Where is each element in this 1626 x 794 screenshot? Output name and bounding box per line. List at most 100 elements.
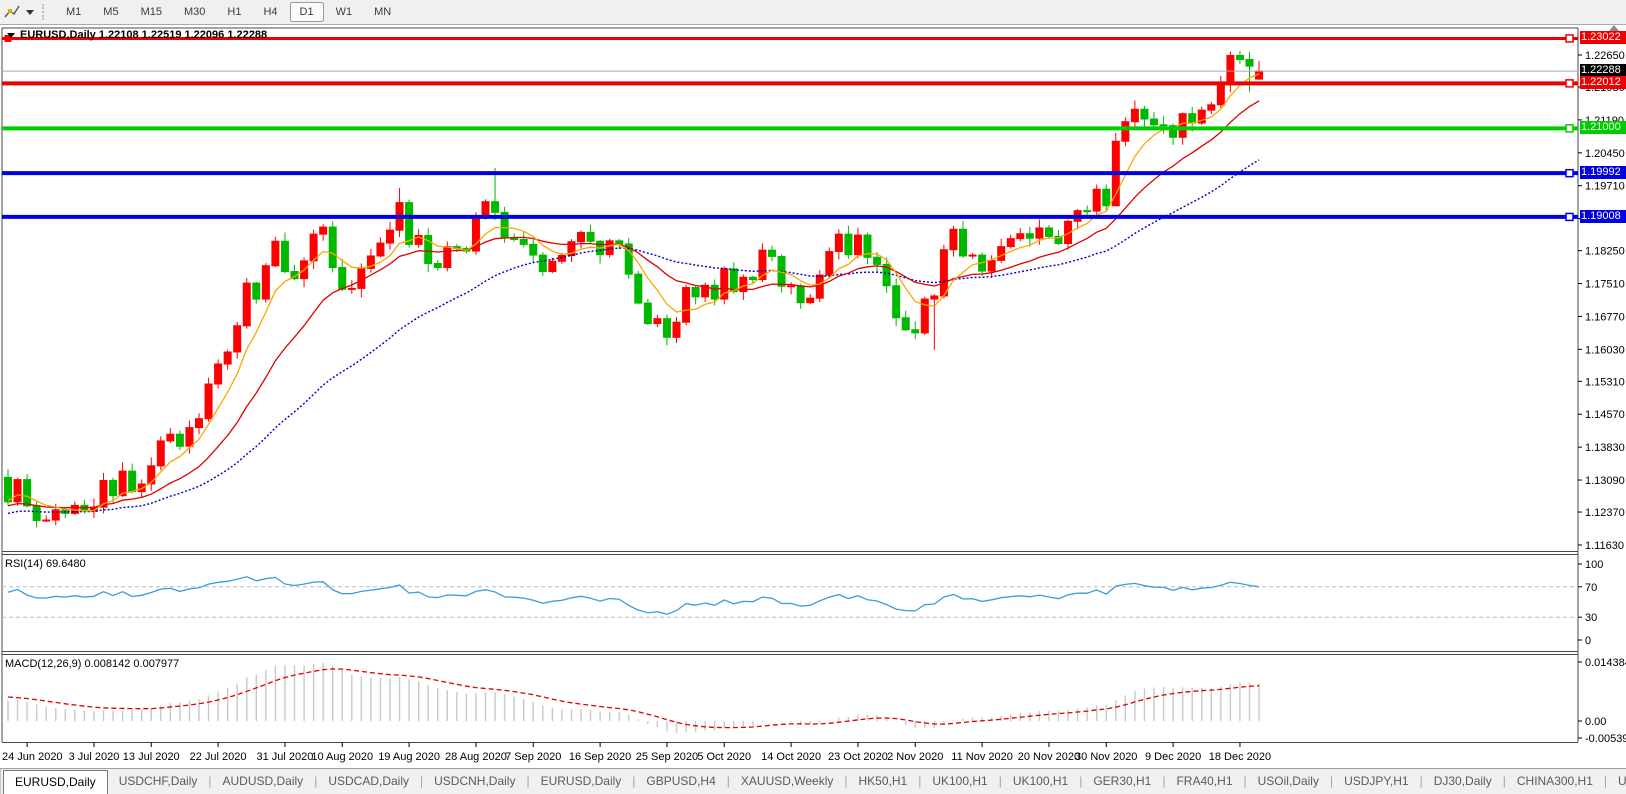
- price-tick-label: 1.16770: [1585, 311, 1625, 323]
- timeframe-button-M1[interactable]: M1: [56, 2, 91, 22]
- candle-body: [387, 230, 394, 243]
- candle-body: [310, 234, 317, 261]
- candle-body: [683, 288, 690, 323]
- candle-body: [482, 202, 489, 216]
- chart-tab-US[interactable]: US: [1607, 769, 1626, 794]
- price-tick-label: 1.21190: [1585, 115, 1624, 127]
- chart-tab-FRA40-H1[interactable]: FRA40,H1: [1165, 769, 1243, 794]
- candle-body: [539, 255, 546, 271]
- candle-body: [1217, 84, 1224, 104]
- timeframe-button-MN[interactable]: MN: [364, 2, 401, 22]
- date-tick-label: 9 Dec 2020: [1145, 751, 1201, 763]
- level-line-anchor: [1566, 213, 1573, 220]
- candle-body: [644, 303, 651, 323]
- level-line-left-anchor: [5, 35, 11, 41]
- timeframe-button-M30[interactable]: M30: [174, 2, 215, 22]
- chart-tab-USDCAD-Daily[interactable]: USDCAD,Daily: [317, 769, 420, 794]
- chart-canvas[interactable]: 1.226501.219301.211901.204501.197101.189…: [0, 25, 1626, 768]
- chart-tab-AUDUSD-Daily[interactable]: AUDUSD,Daily: [212, 769, 315, 794]
- timeframe-button-H1[interactable]: H1: [217, 2, 251, 22]
- date-tick-label: 28 Aug 2020: [445, 751, 507, 763]
- drawing-tool-button[interactable]: [0, 0, 38, 24]
- candle-body: [33, 506, 40, 521]
- rsi-axis: 10070300: [1578, 559, 1603, 647]
- toolbar-grip[interactable]: [42, 4, 47, 20]
- chart-tab-USDJPY-H1[interactable]: USDJPY,H1: [1333, 769, 1419, 794]
- date-tick-label: 25 Sep 2020: [636, 751, 698, 763]
- candle-body: [988, 260, 995, 271]
- candle-body: [1227, 55, 1234, 84]
- timeframe-button-W1[interactable]: W1: [326, 2, 363, 22]
- macd-signal-line: [8, 669, 1259, 728]
- rsi-line: [8, 577, 1259, 614]
- timeframe-button-M15[interactable]: M15: [131, 2, 172, 22]
- candle-body: [110, 480, 117, 495]
- candle-body: [587, 232, 594, 241]
- candle-body: [931, 296, 938, 299]
- candle-body: [262, 266, 269, 299]
- level-line-anchor: [1566, 170, 1573, 177]
- level-lines: [2, 35, 1578, 220]
- chart-tab-EURUSD-Daily[interactable]: EURUSD,Daily: [530, 769, 633, 794]
- candle-body: [320, 227, 327, 234]
- chart-tab-EURUSD-Daily[interactable]: EURUSD,Daily: [3, 770, 108, 794]
- candle-body: [1160, 125, 1167, 126]
- timeframe-button-H4[interactable]: H4: [253, 2, 287, 22]
- candle-body: [24, 480, 31, 506]
- chart-tab-DJ30-Daily[interactable]: DJ30,Daily: [1423, 769, 1503, 794]
- macd-axis: 0.0143840.00-0.005396: [1578, 657, 1626, 745]
- candle-body: [492, 202, 499, 213]
- candle-body: [1036, 228, 1043, 238]
- macd-histogram: [8, 663, 1259, 733]
- rsi-tick-label: 100: [1585, 559, 1603, 571]
- candle-body: [157, 441, 164, 466]
- candle-body: [1007, 239, 1014, 247]
- candle-body: [902, 318, 909, 330]
- candle-body: [530, 244, 537, 255]
- candle-body: [788, 286, 795, 287]
- chart-tab-UK100-H1[interactable]: UK100,H1: [921, 769, 998, 794]
- chart-tab-USOil-Daily[interactable]: USOil,Daily: [1247, 769, 1330, 794]
- chart-window[interactable]: 1.226501.219301.211901.204501.197101.189…: [0, 25, 1626, 768]
- candle-body: [14, 480, 21, 502]
- candle-body: [1151, 119, 1158, 125]
- chart-tab-HK50-H1[interactable]: HK50,H1: [847, 769, 918, 794]
- ma-fast-line: [8, 74, 1259, 511]
- date-tick-label: 3 Jul 2020: [69, 751, 120, 763]
- date-tick-label: 13 Jul 2020: [123, 751, 180, 763]
- candle-body: [692, 288, 699, 297]
- timeframe-button-M5[interactable]: M5: [93, 2, 128, 22]
- chevron-down-icon: [26, 10, 34, 15]
- chart-tab-CHINA300-H1[interactable]: CHINA300,H1: [1506, 769, 1604, 794]
- price-tick-label: 1.21930: [1585, 82, 1625, 94]
- candle-body: [654, 319, 661, 324]
- chart-tab-USDCNH-Daily[interactable]: USDCNH,Daily: [423, 769, 526, 794]
- candle-body: [711, 285, 718, 299]
- tabbar-grip: [0, 769, 1, 794]
- candle-body: [663, 319, 670, 338]
- candle-body: [377, 243, 384, 256]
- date-tick-label: 2 Nov 2020: [887, 751, 943, 763]
- candle-body: [578, 232, 585, 241]
- price-tick-label: 1.14570: [1585, 409, 1625, 421]
- chart-tab-XAUUSD-Weekly[interactable]: XAUUSD,Weekly: [730, 769, 844, 794]
- candle-body: [606, 241, 613, 255]
- chart-tab-GER30-H1[interactable]: GER30,H1: [1082, 769, 1162, 794]
- chart-tab-USDCHF-Daily[interactable]: USDCHF,Daily: [108, 769, 209, 794]
- candle-body: [281, 241, 288, 271]
- candle-body: [940, 250, 947, 296]
- chart-tab-UK100-H1[interactable]: UK100,H1: [1002, 769, 1079, 794]
- price-tick-label: 1.15310: [1585, 376, 1625, 388]
- candle-body: [912, 330, 919, 333]
- macd-tick-label: 0.014384: [1585, 657, 1626, 669]
- candle-body: [1084, 211, 1091, 212]
- candle-body: [549, 261, 556, 271]
- candle-body: [348, 288, 355, 289]
- candle-body: [816, 275, 823, 298]
- candle-body: [520, 240, 527, 245]
- candle-body: [835, 234, 842, 251]
- chart-tab-GBPUSD-H4[interactable]: GBPUSD,H4: [635, 769, 726, 794]
- timeframe-button-D1[interactable]: D1: [290, 2, 324, 22]
- candle-body: [730, 269, 737, 292]
- candle-body: [5, 477, 12, 501]
